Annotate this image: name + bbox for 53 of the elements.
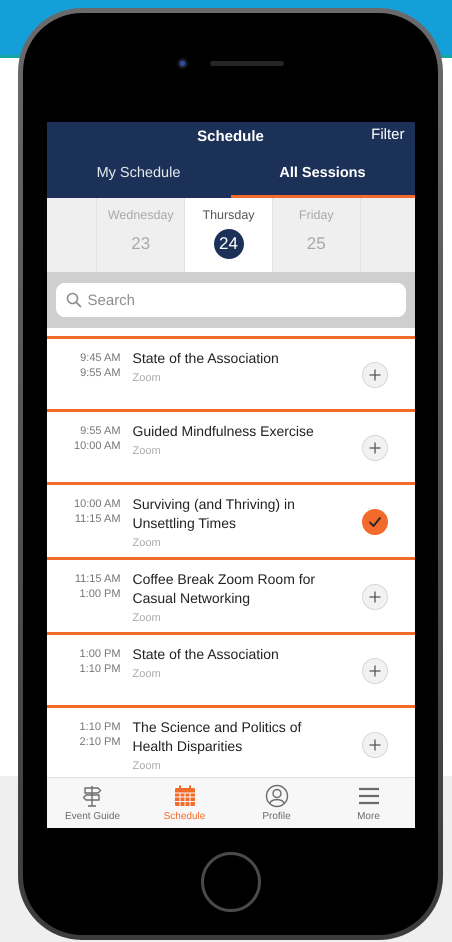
search-icon bbox=[66, 292, 82, 308]
tab-bar-item[interactable]: Event Guide bbox=[46, 778, 138, 828]
end-time: 2:10 PM bbox=[80, 735, 120, 750]
filter-button[interactable]: Filter bbox=[371, 126, 404, 143]
session-location: Zoom bbox=[132, 537, 162, 549]
session-title: Coffee Break Zoom Room for Casual Networking bbox=[132, 570, 316, 608]
tab[interactable]: My Schedule bbox=[46, 150, 230, 198]
day-selector[interactable]: Thursday 24 bbox=[184, 198, 272, 272]
end-time: 1:10 PM bbox=[80, 662, 120, 677]
add-button[interactable] bbox=[362, 658, 388, 684]
tab-bar-item[interactable]: More bbox=[322, 778, 414, 828]
session-title: The Science and Politics of Health Disparities bbox=[132, 718, 302, 756]
added-check-button[interactable] bbox=[362, 509, 388, 535]
plus-icon bbox=[368, 442, 380, 454]
session-title: Surviving (and Thriving) in Unsettling Times bbox=[132, 495, 296, 533]
plus-icon bbox=[368, 665, 380, 677]
calendar-icon bbox=[172, 784, 196, 808]
session-title: State of the Association bbox=[132, 349, 280, 368]
start-time: 9:55 AM bbox=[80, 424, 120, 439]
plus-icon bbox=[368, 591, 380, 603]
session-row[interactable]: 1:00 PM 1:10 PM State of the Association Zoom bbox=[46, 632, 414, 705]
session-location: Zoom bbox=[132, 445, 162, 457]
checkmark-icon bbox=[368, 515, 382, 529]
add-button[interactable] bbox=[362, 362, 388, 388]
tab-bar-item[interactable]: Profile bbox=[230, 778, 322, 828]
end-time: 1:00 PM bbox=[80, 587, 120, 602]
search-field[interactable]: Search bbox=[56, 283, 406, 317]
start-time: 1:10 PM bbox=[80, 720, 120, 735]
end-time: 11:15 AM bbox=[74, 512, 120, 527]
session-row[interactable]: 9:55 AM 10:00 AM Guided Mindfulness Exercise Zoom bbox=[46, 409, 414, 482]
add-button[interactable] bbox=[362, 584, 388, 610]
add-button[interactable] bbox=[362, 732, 388, 758]
session-location: Zoom bbox=[132, 612, 162, 624]
session-location: Zoom bbox=[132, 668, 162, 680]
session-title: State of the Association bbox=[132, 645, 280, 664]
session-row[interactable]: 10:00 AM 11:15 AM Surviving (and Thriving) in Unsettling Times Zoom bbox=[46, 482, 414, 557]
plus-icon bbox=[368, 369, 380, 381]
session-row[interactable]: 9:45 AM 9:55 AM State of the Association Zoom bbox=[46, 336, 414, 409]
person-icon bbox=[264, 784, 288, 808]
session-location: Zoom bbox=[132, 372, 162, 384]
front-camera bbox=[177, 58, 188, 69]
start-time: 11:15 AM bbox=[74, 572, 120, 587]
session-location: Zoom bbox=[132, 760, 162, 772]
session-row[interactable]: 11:15 AM 1:00 PM Coffee Break Zoom Room for Casual Networking Zoom bbox=[46, 557, 414, 632]
end-time: 10:00 AM bbox=[74, 439, 120, 454]
end-time: 9:55 AM bbox=[80, 366, 120, 381]
start-time: 9:45 AM bbox=[80, 351, 120, 366]
start-time: 10:00 AM bbox=[74, 497, 120, 512]
start-time: 1:00 PM bbox=[80, 647, 120, 662]
screen-title: Schedule bbox=[197, 128, 264, 144]
session-title: Guided Mindfulness Exercise bbox=[132, 422, 315, 441]
add-button[interactable] bbox=[362, 435, 388, 461]
plus-icon bbox=[368, 739, 380, 751]
